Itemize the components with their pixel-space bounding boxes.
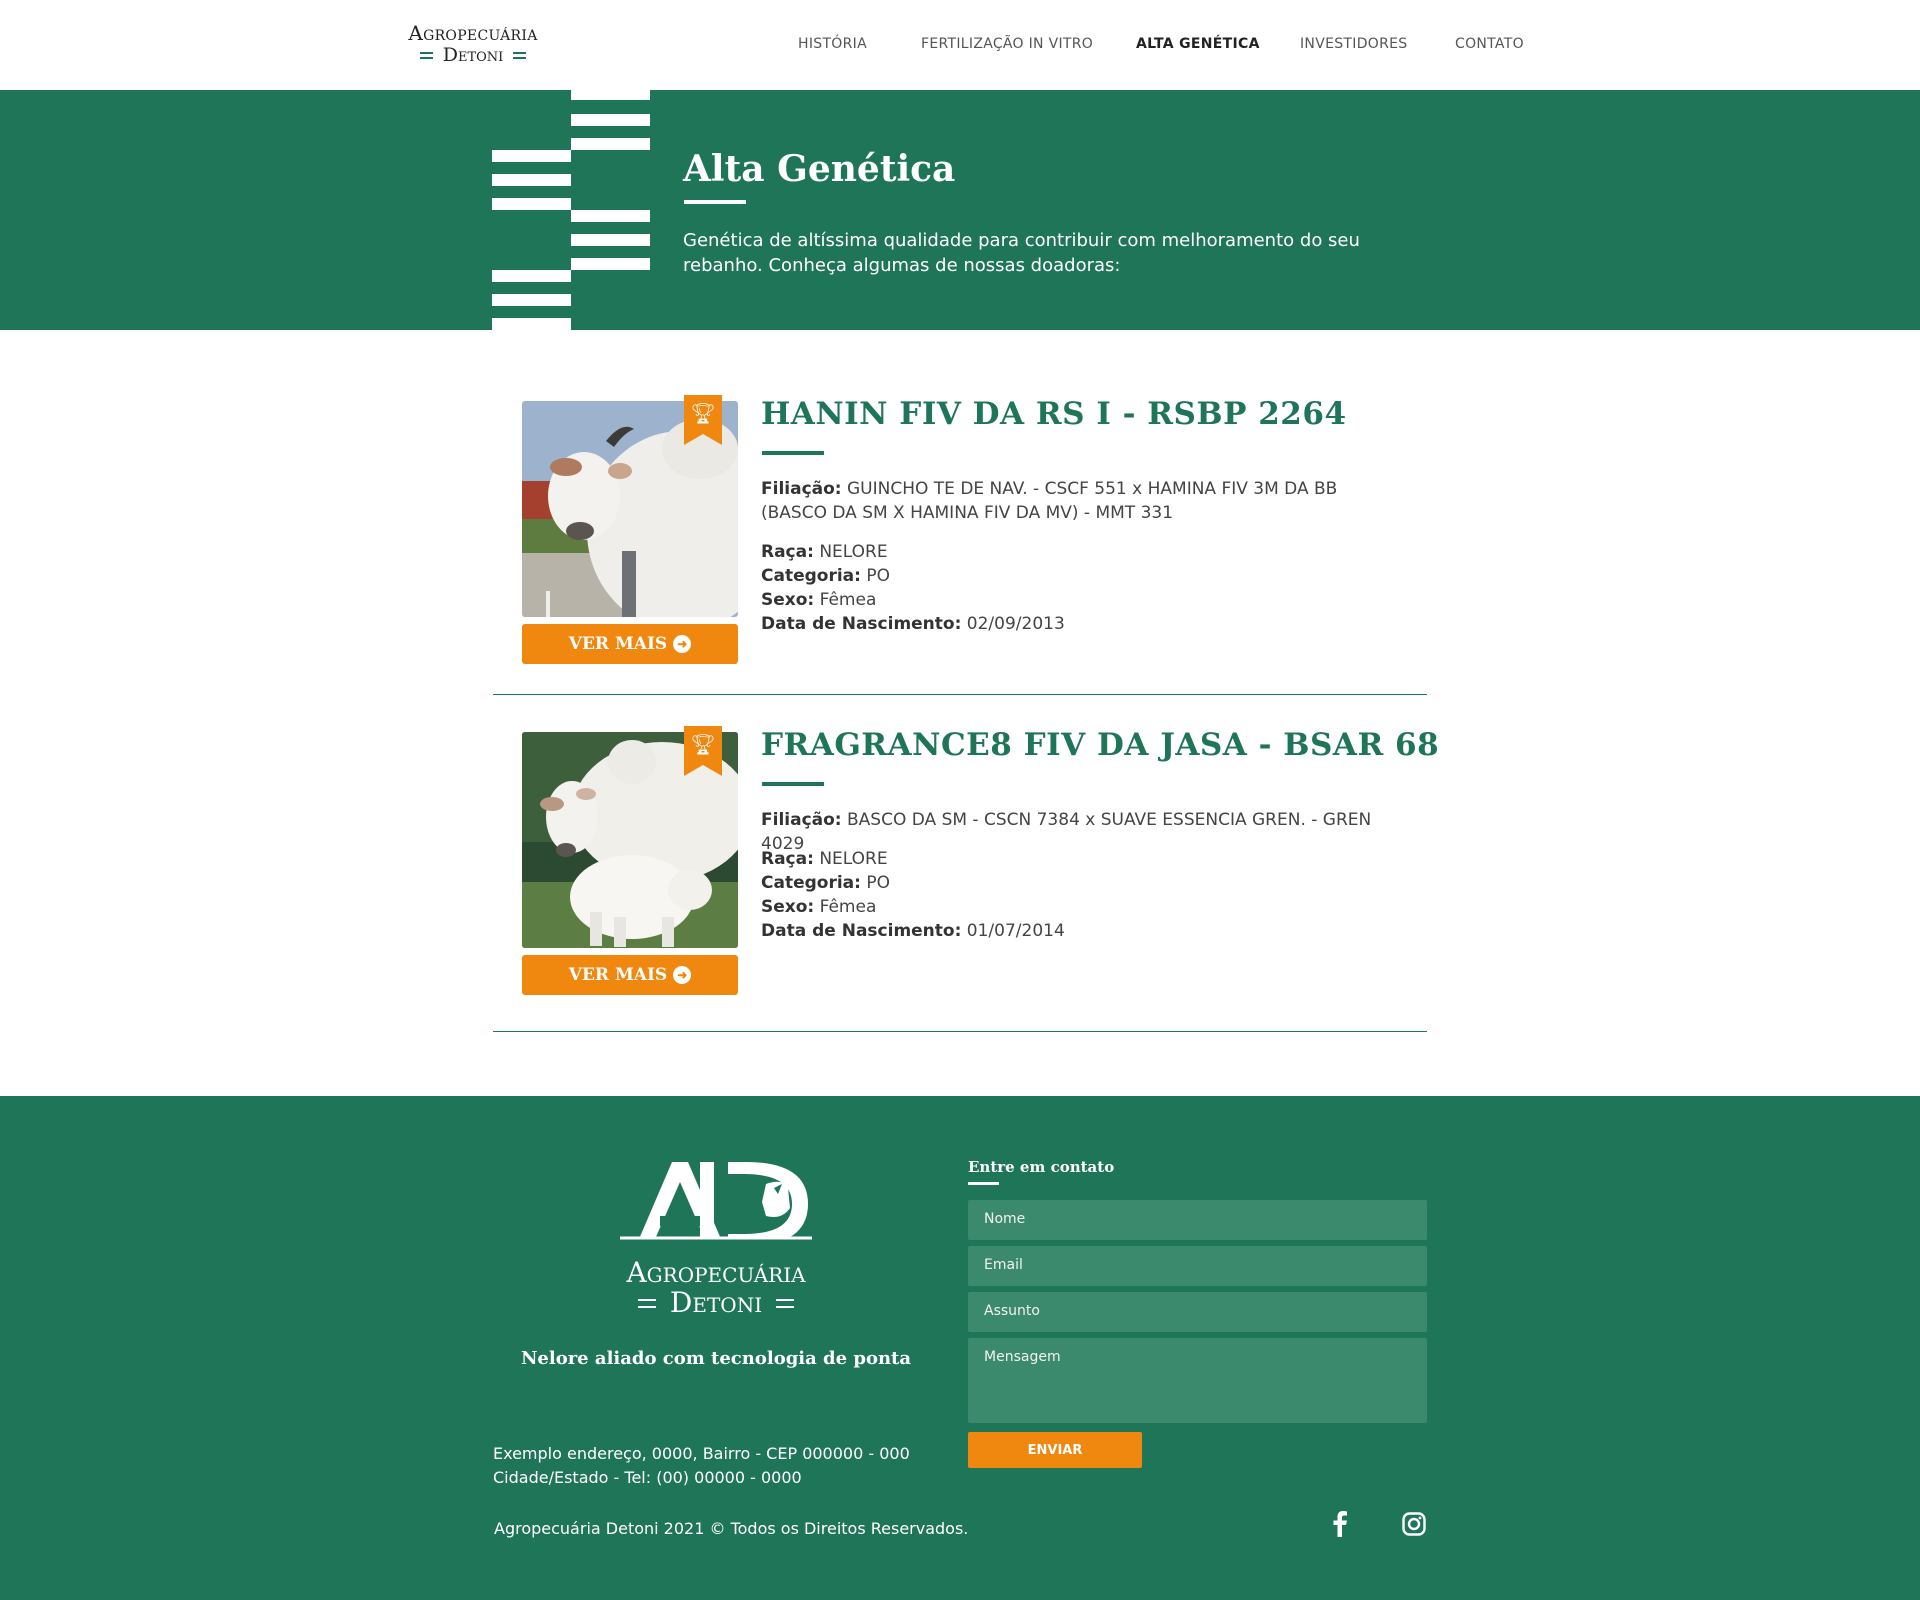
hero-banner: Alta Genética Genética de altíssima qual…	[0, 90, 1920, 330]
ver-mais-button[interactable]: VER MAIS ➜	[522, 624, 738, 664]
logo-line1: Agropecuária	[408, 21, 538, 45]
footer-logo[interactable]: Agropecuária Detoni	[600, 1158, 832, 1318]
title-underline	[762, 782, 824, 786]
footer-address: Exemplo endereço, 0000, Bairro - CEP 000…	[493, 1444, 910, 1487]
ad-monogram-icon	[616, 1162, 816, 1250]
nav-fertilizacao[interactable]: FERTILIZAÇÃO IN VITRO	[921, 36, 1093, 52]
arrow-circle-right-icon: ➜	[673, 635, 692, 653]
categoria-row: Categoria: PO	[761, 873, 890, 893]
logo[interactable]: Agropecuária Detoni	[398, 22, 548, 66]
email-field[interactable]: Email	[968, 1246, 1427, 1286]
enviar-button[interactable]: ENVIAR	[968, 1432, 1142, 1468]
facebook-icon[interactable]	[1326, 1510, 1354, 1538]
title-underline	[762, 451, 824, 455]
page-title: Alta Genética	[683, 148, 956, 190]
contact-title-underline	[968, 1182, 999, 1185]
raca-row: Raça: NELORE	[761, 849, 888, 869]
hero-description: Genética de altíssima qualidade para con…	[683, 230, 1360, 276]
logo-dash-icon	[776, 1298, 795, 1308]
logo-line2: Detoni	[442, 44, 504, 66]
logo-dash-icon	[513, 51, 527, 59]
nascimento-row: Data de Nascimento: 02/09/2013	[761, 614, 1065, 634]
copyright: Agropecuária Detoni 2021 © Todos os Dire…	[494, 1519, 969, 1538]
animal-name: FRAGRANCE8 FIV DA JASA - BSAR 68	[761, 727, 1440, 763]
nav-historia[interactable]: HISTÓRIA	[798, 36, 867, 52]
filiacao-row: Filiação: GUINCHO TE DE NAV. - CSCF 551 …	[761, 479, 1338, 523]
filiacao-value: GUINCHO TE DE NAV. - CSCF 551 x HAMINA F…	[761, 479, 1338, 523]
instagram-icon[interactable]	[1400, 1510, 1428, 1538]
ver-mais-button[interactable]: VER MAIS ➜	[522, 955, 738, 995]
sexo-row: Sexo: Fêmea	[761, 590, 877, 610]
nav-contato[interactable]: CONTATO	[1455, 36, 1524, 52]
mensagem-field[interactable]: Mensagem	[968, 1338, 1427, 1423]
arrow-circle-right-icon: ➜	[673, 966, 692, 984]
nome-field[interactable]: Nome	[968, 1200, 1427, 1240]
footer-logo-line2: Detoni	[669, 1286, 763, 1319]
assunto-field[interactable]: Assunto	[968, 1292, 1427, 1332]
footer-tagline: Nelore aliado com tecnologia de ponta	[520, 1348, 912, 1369]
divider	[493, 1031, 1427, 1032]
contact-title: Entre em contato	[968, 1158, 1115, 1176]
logo-dash-icon	[419, 51, 433, 59]
divider	[493, 694, 1427, 695]
footer-logo-line1: Agropecuária	[626, 1256, 806, 1289]
nascimento-row: Data de Nascimento: 01/07/2014	[761, 921, 1065, 941]
nav-alta-genetica[interactable]: ALTA GENÉTICA	[1136, 36, 1260, 52]
raca-row: Raça: NELORE	[761, 542, 888, 562]
animal-name: HANIN FIV DA RS I - RSBP 2264	[761, 396, 1347, 432]
categoria-row: Categoria: PO	[761, 566, 890, 586]
logo-dash-icon	[637, 1298, 656, 1308]
sexo-row: Sexo: Fêmea	[761, 897, 877, 917]
site-header: Agropecuária Detoni HISTÓRIA FERTILIZAÇÃ…	[0, 0, 1920, 90]
site-footer: Agropecuária Detoni Nelore aliado com te…	[0, 1096, 1920, 1600]
title-underline	[684, 200, 746, 204]
nav-investidores[interactable]: INVESTIDORES	[1300, 36, 1407, 52]
